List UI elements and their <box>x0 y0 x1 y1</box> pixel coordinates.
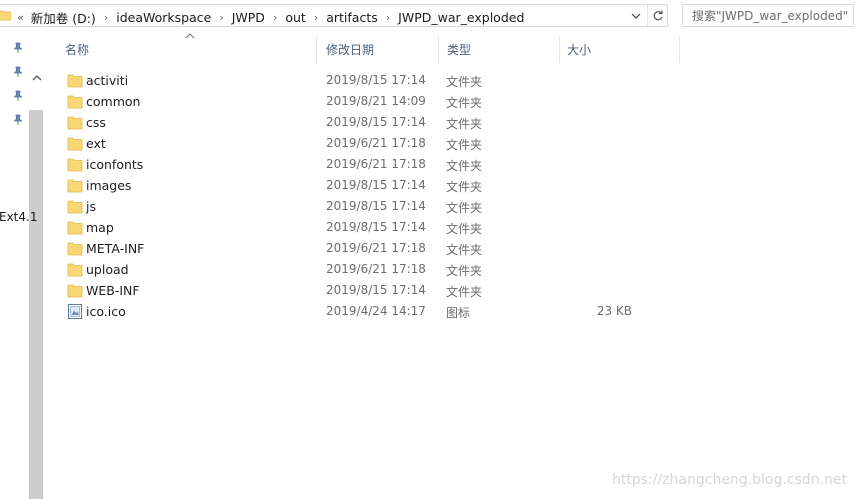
column-header-date[interactable]: 修改日期 <box>318 36 439 63</box>
file-type: 文件夹 <box>446 243 483 257</box>
folder-icon <box>67 95 83 109</box>
breadcrumb-drive[interactable]: 新加卷 (D:) <box>31 8 96 27</box>
file-row[interactable]: META-INF 2019/6/21 17:18 文件夹 <box>61 238 681 259</box>
column-header-name[interactable]: 名称 <box>57 36 317 63</box>
file-type: 文件夹 <box>446 117 483 131</box>
file-row[interactable]: js 2019/8/15 17:14 文件夹 <box>61 196 681 217</box>
breadcrumb-current[interactable]: JWPD_war_exploded <box>398 10 524 25</box>
chevron-right-icon[interactable]: › <box>314 11 318 24</box>
file-name: images <box>86 178 132 193</box>
file-date: 2019/4/24 14:17 <box>326 304 426 318</box>
file-row[interactable]: ico.ico 2019/4/24 14:17 图标 23 KB <box>61 301 681 322</box>
column-header-size[interactable]: 大小 <box>559 36 680 63</box>
pin-icon[interactable] <box>12 114 24 126</box>
file-type: 文件夹 <box>446 264 483 278</box>
breadcrumb-ideaworkspace[interactable]: ideaWorkspace <box>116 10 211 25</box>
folder-icon <box>67 179 83 193</box>
chevron-up-icon[interactable] <box>31 72 43 84</box>
breadcrumb-artifacts[interactable]: artifacts <box>326 10 378 25</box>
file-row[interactable]: upload 2019/6/21 17:18 文件夹 <box>61 259 681 280</box>
folder-icon <box>67 137 83 151</box>
file-type: 文件夹 <box>446 201 483 215</box>
file-row[interactable]: css 2019/8/15 17:14 文件夹 <box>61 112 681 133</box>
file-type: 文件夹 <box>446 180 483 194</box>
file-name: js <box>86 199 96 214</box>
file-name: map <box>86 220 114 235</box>
chevron-right-icon[interactable]: › <box>273 11 277 24</box>
folder-icon <box>67 74 83 88</box>
watermark: https://zhangcheng.blog.csdn.net <box>612 472 847 488</box>
file-row[interactable]: iconfonts 2019/6/21 17:18 文件夹 <box>61 154 681 175</box>
file-type: 文件夹 <box>446 285 483 299</box>
chevron-right-icon[interactable]: › <box>219 11 223 24</box>
file-name: upload <box>86 262 129 277</box>
file-date: 2019/8/15 17:14 <box>326 115 426 129</box>
chevron-down-icon <box>631 13 641 19</box>
file-date: 2019/6/21 17:18 <box>326 262 426 276</box>
folder-icon <box>67 263 83 277</box>
pin-icon[interactable] <box>12 66 24 78</box>
file-date: 2019/8/15 17:14 <box>326 220 426 234</box>
search-input[interactable]: 搜索"JWPD_war_exploded" <box>682 4 854 27</box>
column-header-type[interactable]: 类型 <box>439 36 560 63</box>
file-row[interactable]: images 2019/8/15 17:14 文件夹 <box>61 175 681 196</box>
chevron-right-icon[interactable]: › <box>386 11 390 24</box>
chevron-right-icon[interactable]: › <box>104 11 108 24</box>
breadcrumb: « 新加卷 (D:) › ideaWorkspace › JWPD › out … <box>17 8 524 27</box>
breadcrumb-jwpd[interactable]: JWPD <box>232 10 265 25</box>
file-date: 2019/8/15 17:14 <box>326 199 426 213</box>
file-date: 2019/8/15 17:14 <box>326 73 426 87</box>
file-date: 2019/6/21 17:18 <box>326 157 426 171</box>
nav-item-label[interactable]: Ext4.1 <box>0 210 37 224</box>
column-headers: 名称 修改日期 类型 大小 <box>45 33 856 63</box>
file-date: 2019/8/21 14:09 <box>326 94 426 108</box>
file-type: 文件夹 <box>446 75 483 89</box>
address-bar[interactable]: « 新加卷 (D:) › ideaWorkspace › JWPD › out … <box>0 4 668 27</box>
folder-icon <box>0 10 11 21</box>
pin-icon[interactable] <box>12 90 24 102</box>
file-type: 图标 <box>446 306 471 320</box>
toolbar: « 新加卷 (D:) › ideaWorkspace › JWPD › out … <box>0 0 856 32</box>
folder-icon <box>67 200 83 214</box>
refresh-button[interactable] <box>647 5 667 26</box>
file-date: 2019/6/21 17:18 <box>326 241 426 255</box>
breadcrumb-overflow-icon[interactable]: « <box>17 11 24 24</box>
file-type: 文件夹 <box>446 222 483 236</box>
file-row[interactable]: map 2019/8/15 17:14 文件夹 <box>61 217 681 238</box>
file-row[interactable]: activiti 2019/8/15 17:14 文件夹 <box>61 70 681 91</box>
folder-icon <box>67 242 83 256</box>
file-size: 23 KB <box>596 304 632 318</box>
folder-icon <box>67 221 83 235</box>
navigation-pane: Ext4.1 <box>0 32 45 499</box>
file-name: iconfonts <box>86 157 144 172</box>
breadcrumb-out[interactable]: out <box>285 10 305 25</box>
file-row[interactable]: common 2019/8/21 14:09 文件夹 <box>61 91 681 112</box>
file-name: css <box>86 115 106 130</box>
file-name: ext <box>86 136 106 151</box>
file-type: 文件夹 <box>446 159 483 173</box>
file-date: 2019/8/15 17:14 <box>326 283 426 297</box>
file-row[interactable]: ext 2019/6/21 17:18 文件夹 <box>61 133 681 154</box>
file-date: 2019/6/21 17:18 <box>326 136 426 150</box>
file-name: META-INF <box>86 241 145 256</box>
folder-icon <box>67 284 83 298</box>
file-type: 文件夹 <box>446 96 483 110</box>
file-name: WEB-INF <box>86 283 140 298</box>
ico-file-icon <box>68 304 82 319</box>
address-history-dropdown[interactable] <box>627 5 645 26</box>
file-name: common <box>86 94 141 109</box>
file-name: ico.ico <box>86 304 126 319</box>
file-date: 2019/8/15 17:14 <box>326 178 426 192</box>
file-row[interactable]: WEB-INF 2019/8/15 17:14 文件夹 <box>61 280 681 301</box>
navigation-scrollbar[interactable] <box>29 110 43 499</box>
folder-icon <box>67 158 83 172</box>
refresh-icon <box>653 10 663 20</box>
file-name: activiti <box>86 73 129 88</box>
file-type: 文件夹 <box>446 138 483 152</box>
pin-icon[interactable] <box>12 42 24 54</box>
folder-icon <box>67 116 83 130</box>
